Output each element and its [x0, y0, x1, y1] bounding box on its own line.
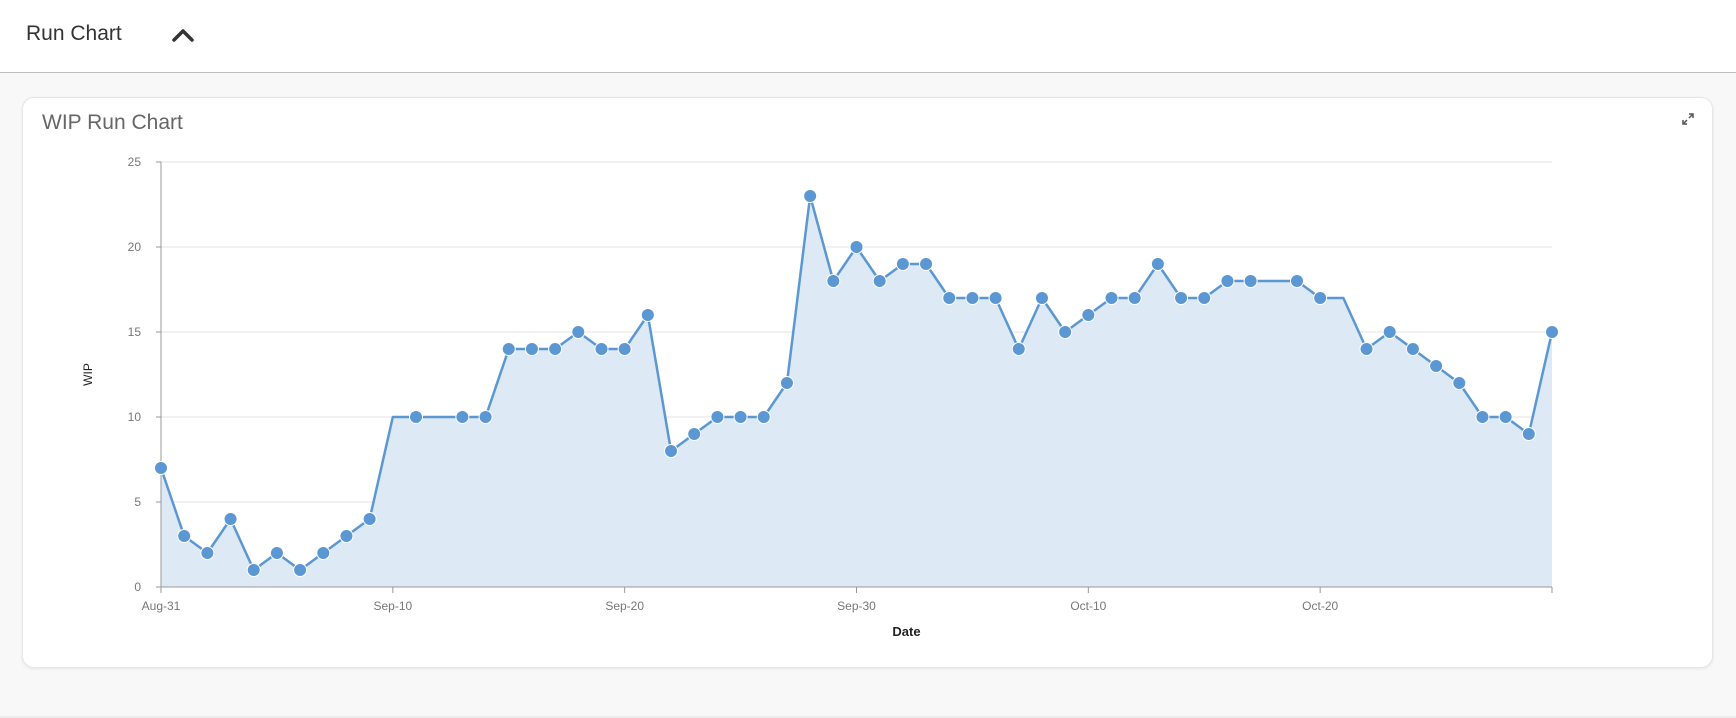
data-point[interactable]: [362, 512, 377, 526]
data-point[interactable]: [1313, 291, 1328, 305]
data-point[interactable]: [1150, 257, 1165, 271]
y-tick-label: 5: [134, 495, 141, 509]
data-point[interactable]: [1174, 291, 1189, 305]
x-tick-label: Oct-10: [1070, 599, 1106, 613]
data-point[interactable]: [223, 512, 238, 526]
data-point[interactable]: [524, 342, 539, 356]
y-tick-label: 20: [128, 240, 142, 254]
data-point[interactable]: [455, 410, 470, 424]
data-point[interactable]: [849, 240, 864, 254]
data-point[interactable]: [919, 257, 934, 271]
data-point[interactable]: [339, 529, 354, 543]
data-point[interactable]: [1104, 291, 1119, 305]
data-point[interactable]: [1127, 291, 1142, 305]
data-point[interactable]: [154, 461, 168, 475]
data-point[interactable]: [1498, 410, 1513, 424]
y-tick-label: 15: [128, 325, 142, 339]
x-tick-label: Sep-20: [605, 599, 644, 613]
data-point[interactable]: [1220, 274, 1235, 288]
data-point[interactable]: [1475, 410, 1490, 424]
data-point[interactable]: [177, 529, 192, 543]
data-point[interactable]: [1521, 427, 1536, 441]
wip-run-chart: 0 5 10 15 20 25 Aug-31 Sep-10 Sep-20 Sep-30 Oct-10…: [81, 155, 1559, 639]
data-point[interactable]: [1405, 342, 1420, 356]
y-axis-title: WIP: [81, 363, 95, 386]
data-point[interactable]: [617, 342, 632, 356]
data-point[interactable]: [1289, 274, 1304, 288]
x-tick-label: Aug-31: [142, 599, 181, 613]
x-tick-label: Sep-30: [837, 599, 876, 613]
data-point[interactable]: [594, 342, 609, 356]
data-point[interactable]: [1197, 291, 1212, 305]
data-point[interactable]: [1081, 308, 1096, 322]
data-point[interactable]: [478, 410, 493, 424]
data-point[interactable]: [409, 410, 424, 424]
data-point[interactable]: [942, 291, 957, 305]
area-fill: [161, 196, 1552, 587]
data-point[interactable]: [710, 410, 725, 424]
data-point[interactable]: [965, 291, 980, 305]
data-point[interactable]: [826, 274, 841, 288]
data-point[interactable]: [1034, 291, 1049, 305]
data-point[interactable]: [571, 325, 586, 339]
data-point[interactable]: [779, 376, 794, 390]
data-point[interactable]: [246, 563, 261, 577]
data-point[interactable]: [1243, 274, 1258, 288]
data-point[interactable]: [872, 274, 887, 288]
data-point[interactable]: [756, 410, 771, 424]
data-point[interactable]: [1452, 376, 1467, 390]
x-tick-label: Sep-10: [373, 599, 412, 613]
x-tick-label: Oct-20: [1302, 599, 1338, 613]
data-point[interactable]: [548, 342, 563, 356]
x-axis-title: Date: [892, 624, 920, 639]
data-point[interactable]: [687, 427, 702, 441]
data-point[interactable]: [316, 546, 331, 560]
data-point[interactable]: [803, 189, 818, 203]
data-point[interactable]: [988, 291, 1003, 305]
data-point[interactable]: [1058, 325, 1073, 339]
data-point[interactable]: [1359, 342, 1374, 356]
y-tick-label: 25: [128, 155, 142, 169]
data-point[interactable]: [1382, 325, 1397, 339]
data-point[interactable]: [664, 444, 679, 458]
data-point[interactable]: [640, 308, 655, 322]
y-tick-label: 0: [134, 580, 141, 594]
data-point[interactable]: [1429, 359, 1444, 373]
y-tick-label: 10: [128, 410, 142, 424]
data-point[interactable]: [1545, 325, 1559, 339]
data-point[interactable]: [733, 410, 748, 424]
data-point[interactable]: [1011, 342, 1026, 356]
data-point[interactable]: [293, 563, 308, 577]
data-point[interactable]: [501, 342, 516, 356]
data-point[interactable]: [269, 546, 284, 560]
data-point[interactable]: [895, 257, 910, 271]
data-point[interactable]: [200, 546, 215, 560]
